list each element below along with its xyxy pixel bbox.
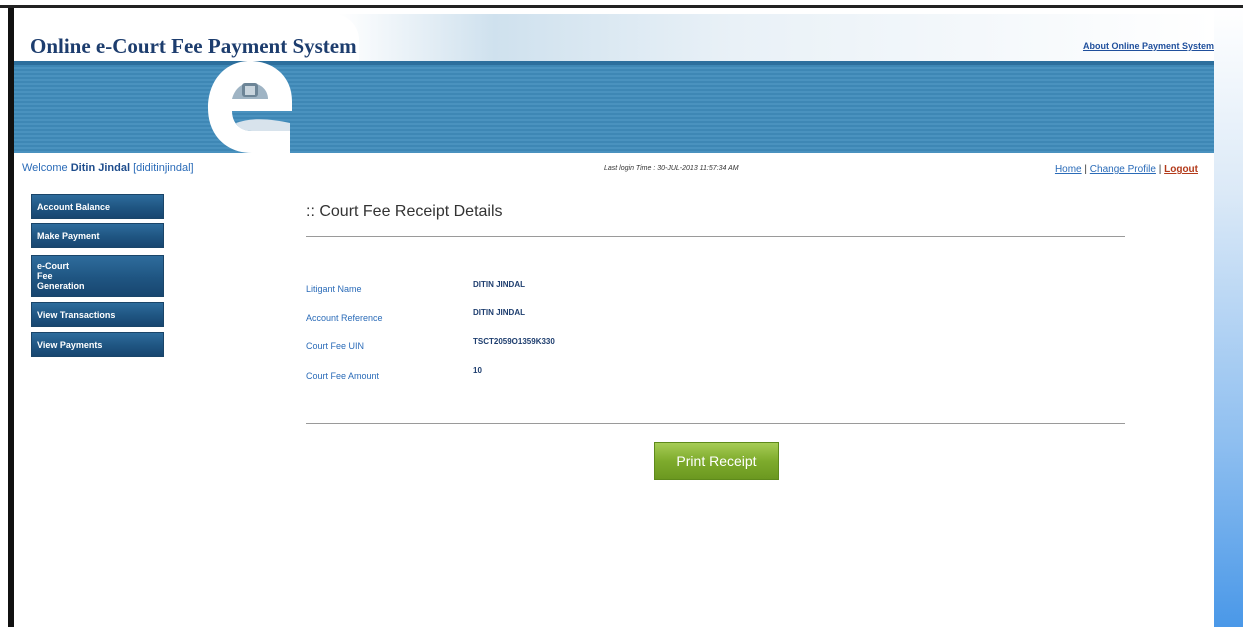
top-links: Home | Change Profile | Logout	[1055, 164, 1198, 175]
field-value-account-reference: DITIN JINDAL	[473, 308, 525, 317]
site-title: Online e-Court Fee Payment System	[30, 34, 357, 58]
link-separator: |	[1084, 164, 1088, 175]
sidebar-item-view-payments[interactable]: View Payments	[31, 332, 164, 357]
sidebar-item-account-balance[interactable]: Account Balance	[31, 194, 164, 219]
page-title: :: Court Fee Receipt Details	[306, 203, 503, 220]
welcome-user-name: Ditin Jindal	[70, 162, 130, 174]
divider-bottom	[306, 423, 1125, 424]
banner-stripe	[14, 61, 1214, 65]
field-value-court-fee-uin: TSCT2059O1359K330	[473, 337, 555, 346]
sidebar-item-view-transactions[interactable]: View Transactions	[31, 302, 164, 327]
window-top-border	[0, 0, 1243, 8]
field-label-court-fee-amount: Court Fee Amount	[306, 371, 380, 381]
header-banner	[14, 61, 1214, 153]
about-link[interactable]: About Online Payment System	[1083, 41, 1214, 51]
welcome-prefix: Welcome	[22, 162, 68, 174]
field-label-litigant-name: Litigant Name	[306, 284, 362, 294]
field-value-court-fee-amount: 10	[473, 366, 482, 375]
change-profile-link[interactable]: Change Profile	[1090, 164, 1156, 175]
sidebar-item-label: e-Court Fee Generation	[37, 261, 85, 291]
welcome-username: [diditinjindal]	[133, 162, 194, 174]
sidebar-item-make-payment[interactable]: Make Payment	[31, 223, 164, 248]
welcome-message: Welcome Ditin Jindal [diditinjindal]	[22, 162, 194, 174]
divider-top	[306, 236, 1125, 237]
sidebar-item-label: View Transactions	[37, 309, 116, 320]
logout-link[interactable]: Logout	[1164, 164, 1198, 175]
field-label-account-reference: Account Reference	[306, 313, 383, 323]
window-right-gradient	[1214, 8, 1243, 627]
e-logo-icon	[208, 61, 292, 153]
page: Online e-Court Fee Payment System About …	[14, 8, 1214, 627]
link-separator: |	[1158, 164, 1162, 175]
last-login-time: Last login Time : 30-JUL-2013 11:57:34 A…	[604, 165, 739, 172]
sidebar-item-label: Account Balance	[37, 201, 111, 212]
sidebar-item-label: View Payments	[37, 339, 103, 350]
print-receipt-button[interactable]: Print Receipt	[654, 442, 779, 480]
sidebar-item-ecourt-fee-generation[interactable]: e-Court Fee Generation	[31, 255, 164, 297]
welcome-row: Welcome Ditin Jindal [diditinjindal] Las…	[14, 160, 1214, 180]
sidebar-item-label: Make Payment	[37, 230, 100, 241]
field-value-litigant-name: DITIN JINDAL	[473, 280, 525, 289]
header-title-tab: Online e-Court Fee Payment System	[14, 14, 359, 64]
home-link[interactable]: Home	[1055, 164, 1082, 175]
field-label-court-fee-uin: Court Fee UIN	[306, 341, 365, 351]
